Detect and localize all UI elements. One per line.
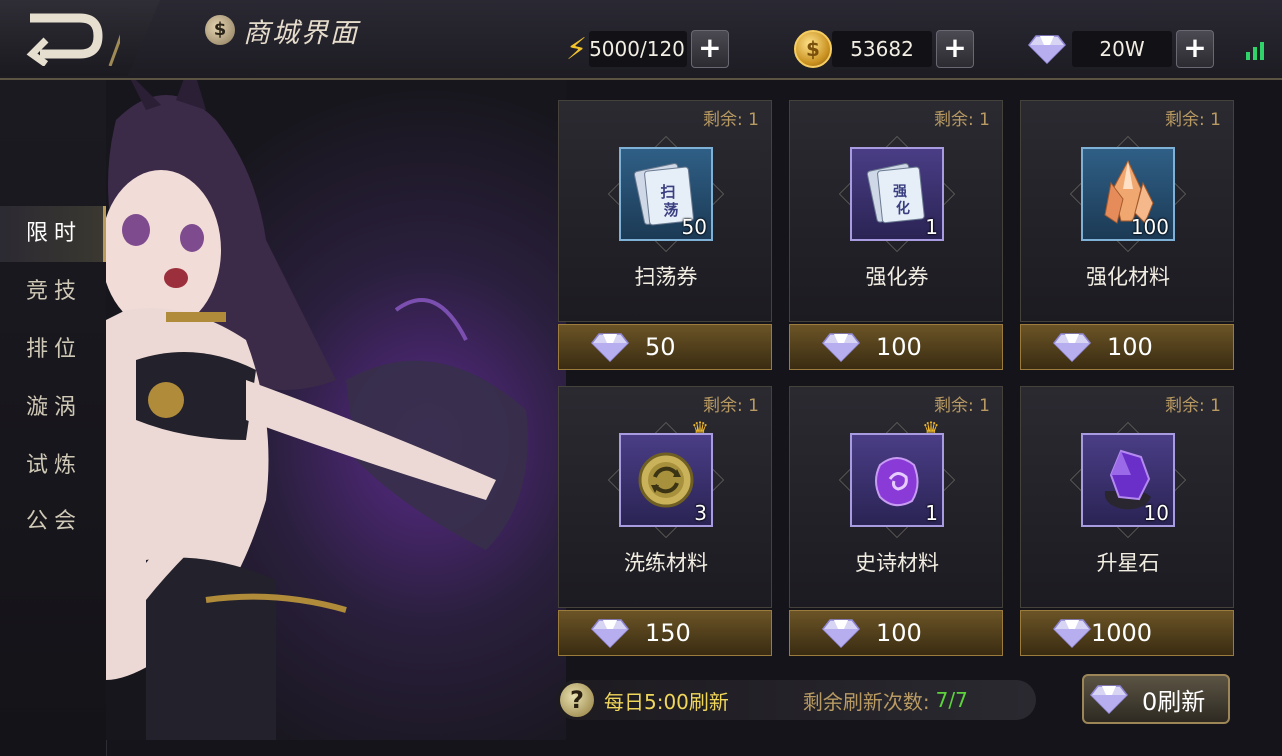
item-icon-frame: 扫 荡 50	[607, 135, 725, 253]
category-sidebar: 限时 竞技 排位 漩涡 试炼 公会	[0, 80, 107, 756]
help-icon[interactable]: ?	[560, 683, 594, 717]
gold-coin-icon: $	[794, 30, 832, 68]
item-price: 1000	[1091, 619, 1153, 647]
item-panel: 剩余: 1 ♛ 3 洗练材料	[558, 386, 772, 608]
diamond-icon	[1090, 685, 1128, 714]
character-illustration	[106, 80, 566, 740]
buy-button[interactable]: 100	[789, 324, 1003, 370]
shop-item-card[interactable]: 剩余: 1 扫 荡 50 扫荡券 50	[558, 100, 772, 370]
back-arrow-icon	[26, 6, 120, 66]
item-name: 扫荡券	[634, 265, 698, 289]
item-price: 100	[876, 619, 922, 647]
diamond-icon	[591, 333, 629, 362]
refresh-button[interactable]: 0刷新	[1082, 674, 1230, 724]
item-icon-frame: 100	[1069, 135, 1187, 253]
svg-text:扫: 扫	[660, 183, 675, 201]
svg-text:强: 强	[893, 184, 907, 200]
svg-text:化: 化	[896, 200, 910, 217]
item-icon-frame: 1	[838, 421, 956, 539]
lightning-icon: ⚡	[566, 31, 588, 67]
shop-item-card[interactable]: 剩余: 1 ♛ 1 史诗材料 100	[789, 386, 1003, 656]
item-quantity: 3	[694, 501, 707, 525]
refresh-button-label: 0刷新	[1142, 687, 1206, 716]
item-name: 升星石	[1096, 551, 1160, 575]
energy-value: 5000/120	[589, 31, 687, 67]
item-icon-frame: 3	[607, 421, 725, 539]
item-icon-frame: 强 化 1	[838, 135, 956, 253]
item-price: 150	[645, 619, 691, 647]
item-quantity: 1	[925, 215, 938, 239]
item-panel: 剩余: 1 扫 荡 50 扫荡券	[558, 100, 772, 322]
item-price: 100	[1107, 333, 1153, 361]
back-button[interactable]	[0, 0, 160, 76]
add-diamond-button[interactable]: +	[1176, 30, 1214, 68]
remaining-count: 剩余: 1	[934, 110, 990, 130]
shop-item-card[interactable]: 剩余: 1 10 升星石 1000	[1020, 386, 1234, 656]
diamond-icon	[591, 619, 629, 648]
top-bar: $ 商城界面 ⚡ 5000/120 + $ 53682 + 20W +	[0, 0, 1282, 80]
item-panel: 剩余: 1 ♛ 1 史诗材料	[789, 386, 1003, 608]
remaining-count: 剩余: 1	[703, 110, 759, 130]
remaining-count: 剩余: 1	[1165, 396, 1221, 416]
buy-button[interactable]: 1000	[1020, 610, 1234, 656]
diamond-icon	[822, 619, 860, 648]
sidebar-item-guild[interactable]: 公会	[0, 494, 106, 550]
shop-item-card[interactable]: 剩余: 1 100 强化材料 100	[1020, 100, 1234, 370]
energy-resource: ⚡ 5000/120 +	[566, 30, 729, 68]
page-title: 商城界面	[243, 17, 359, 49]
remaining-count: 剩余: 1	[703, 396, 759, 416]
item-price: 50	[645, 333, 676, 361]
item-quantity: 50	[681, 215, 707, 239]
buy-button[interactable]: 100	[789, 610, 1003, 656]
refresh-info-bar: ? 每日5:00刷新 剩余刷新次数: 7/7	[556, 680, 1036, 720]
item-name: 强化材料	[1086, 265, 1170, 289]
item-panel: 剩余: 1 强 化 1 强化券	[789, 100, 1003, 322]
money-bag-icon: $	[205, 15, 235, 45]
item-quantity: 1	[925, 501, 938, 525]
buy-button[interactable]: 150	[558, 610, 772, 656]
item-price: 100	[876, 333, 922, 361]
refresh-remaining-count: 7/7	[935, 688, 968, 712]
daily-refresh-text: 每日5:00刷新	[604, 689, 729, 714]
diamond-icon	[822, 333, 860, 362]
diamond-icon	[1028, 35, 1066, 64]
item-quantity: 100	[1130, 215, 1169, 239]
diamond-value: 20W	[1072, 31, 1172, 67]
item-name: 强化券	[865, 265, 929, 289]
item-name: 洗练材料	[624, 551, 708, 575]
diamond-icon	[1053, 333, 1091, 362]
sidebar-item-arena[interactable]: 竞技	[0, 264, 106, 320]
remaining-count: 剩余: 1	[1165, 110, 1221, 130]
add-gold-button[interactable]: +	[936, 30, 974, 68]
signal-icon	[1246, 42, 1264, 60]
sidebar-item-ranking[interactable]: 排位	[0, 322, 106, 378]
item-icon-frame: 10	[1069, 421, 1187, 539]
svg-text:荡: 荡	[663, 201, 678, 219]
buy-button[interactable]: 50	[558, 324, 772, 370]
sidebar-item-limited[interactable]: 限时	[0, 206, 106, 262]
shop-item-card[interactable]: 剩余: 1 ♛ 3 洗练材料 150	[558, 386, 772, 656]
remaining-count: 剩余: 1	[934, 396, 990, 416]
item-panel: 剩余: 1 100 强化材料	[1020, 100, 1234, 322]
shop-item-card[interactable]: 剩余: 1 强 化 1 强化券 100	[789, 100, 1003, 370]
sidebar-item-vortex[interactable]: 漩涡	[0, 380, 106, 436]
sidebar-item-trial[interactable]: 试炼	[0, 438, 106, 494]
item-panel: 剩余: 1 10 升星石	[1020, 386, 1234, 608]
item-name: 史诗材料	[855, 551, 939, 575]
add-energy-button[interactable]: +	[690, 30, 729, 68]
buy-button[interactable]: 100	[1020, 324, 1234, 370]
item-quantity: 10	[1143, 501, 1169, 525]
diamond-resource: 20W +	[1028, 30, 1214, 68]
diamond-icon	[1053, 619, 1091, 648]
title-group: $ 商城界面	[205, 10, 359, 50]
refresh-remaining-label: 剩余刷新次数:	[802, 689, 930, 714]
gold-value: 53682	[832, 31, 932, 67]
gold-resource: $ 53682 +	[794, 30, 974, 68]
